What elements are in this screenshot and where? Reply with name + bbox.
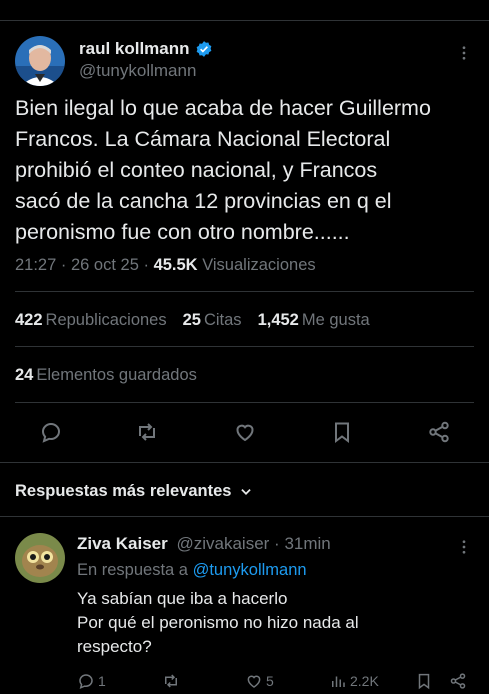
reposts-stat[interactable]: 422 Republicaciones (15, 311, 167, 330)
reply-text-line: Ya sabían que iba a hacerlo (77, 589, 288, 608)
reply-icon (79, 674, 93, 690)
replies-sort-label: Respuestas más relevantes (15, 482, 232, 500)
share-icon[interactable] (427, 420, 451, 444)
bookmark-icon (418, 673, 430, 690)
reply-actions-bar: 1 5 2.2K (77, 672, 475, 694)
likes-label: Me gusta (301, 311, 370, 329)
reply-time[interactable]: 31min (284, 534, 330, 553)
bookmarks-stat[interactable]: 24 Elementos guardados (15, 366, 197, 385)
reposts-label: Republicaciones (45, 311, 167, 329)
chevron-down-icon (241, 488, 252, 495)
replies-sort-dropdown[interactable]: Respuestas más relevantes (15, 482, 253, 501)
reply-reply-button[interactable]: 1 (77, 672, 106, 690)
tweet-author-row: raul kollmann @tunykollmann (15, 36, 475, 88)
retweet-icon (165, 674, 177, 688)
author-name-row[interactable]: raul kollmann (79, 39, 213, 59)
bookmark-icon[interactable] (330, 420, 354, 444)
likes-count: 1,452 (257, 311, 299, 329)
engagement-stats: 422 Republicaciones 25 Citas 1,452 Me gusta (15, 311, 370, 330)
quotes-label: Citas (203, 311, 242, 329)
reply-like-count: 5 (266, 673, 274, 689)
reply-reply-count: 1 (98, 673, 106, 689)
separator (0, 462, 489, 463)
reposts-count: 422 (15, 311, 43, 329)
reply-icon[interactable] (39, 420, 63, 444)
reply-author-row: Ziva Kaiser @zivakaiser · 31min (77, 534, 331, 554)
replying-to-label: En respuesta a (77, 561, 188, 579)
tweet-text: Bien ilegal lo que acaba de hacer Guille… (15, 96, 431, 244)
tweet-actions-bar (15, 414, 474, 450)
replying-to-handle[interactable]: @tunykollmann (193, 561, 307, 579)
meta-dot: · (60, 256, 71, 274)
meta-dot: · (143, 256, 154, 274)
reply-like-button[interactable]: 5 (245, 672, 274, 690)
reply-author-name[interactable]: Ziva Kaiser (77, 534, 168, 553)
reply-text: Ya sabían que iba a hacerlo Por qué el p… (77, 587, 467, 659)
top-separator (0, 20, 489, 21)
tweet-date[interactable]: 26 oct 25 (71, 256, 139, 274)
reply-bookmark-button[interactable] (415, 672, 433, 690)
author-handle[interactable]: @tunykollmann (79, 61, 196, 81)
reply-tweet[interactable]: Ziva Kaiser @zivakaiser · 31min En respu… (15, 530, 475, 692)
likes-stat[interactable]: 1,452 Me gusta (258, 311, 370, 330)
reply-text-line: Por qué el peronismo no hizo nada al (77, 613, 359, 632)
more-options-icon[interactable] (455, 44, 473, 62)
quotes-count: 25 (182, 311, 201, 329)
replying-to: En respuesta a @tunykollmann (77, 561, 307, 580)
like-icon (247, 675, 261, 688)
separator (15, 291, 474, 292)
tweet-time[interactable]: 21:27 (15, 256, 56, 274)
retweet-icon[interactable] (135, 420, 159, 444)
views-chart-icon (332, 676, 345, 687)
reply-views-button[interactable]: 2.2K (329, 672, 379, 690)
bookmarks-label: Elementos guardados (36, 366, 197, 384)
reply-author-handle[interactable]: @zivakaiser (176, 534, 269, 553)
author-name[interactable]: raul kollmann (79, 39, 190, 59)
meta-dot: · (274, 534, 285, 553)
reply-share-button[interactable] (449, 672, 467, 690)
quotes-stat[interactable]: 25 Citas (183, 311, 242, 330)
reply-author-avatar[interactable] (15, 533, 65, 583)
verified-badge-icon (196, 41, 211, 57)
views-count: 45.5K (153, 256, 198, 274)
separator (0, 516, 489, 517)
reply-retweet-button[interactable] (162, 672, 180, 690)
bookmarks-count: 24 (15, 366, 34, 384)
separator (15, 346, 474, 347)
more-options-icon[interactable] (455, 538, 473, 556)
tweet-meta: 21:27 · 26 oct 25 · 45.5K Visualizacione… (15, 256, 316, 275)
reply-text-line: respecto? (77, 637, 152, 656)
views-label: Visualizaciones (202, 256, 316, 274)
separator (15, 402, 474, 403)
share-icon (450, 673, 466, 689)
reply-views-count: 2.2K (350, 673, 379, 689)
author-avatar[interactable] (15, 36, 65, 86)
like-icon[interactable] (233, 420, 257, 444)
